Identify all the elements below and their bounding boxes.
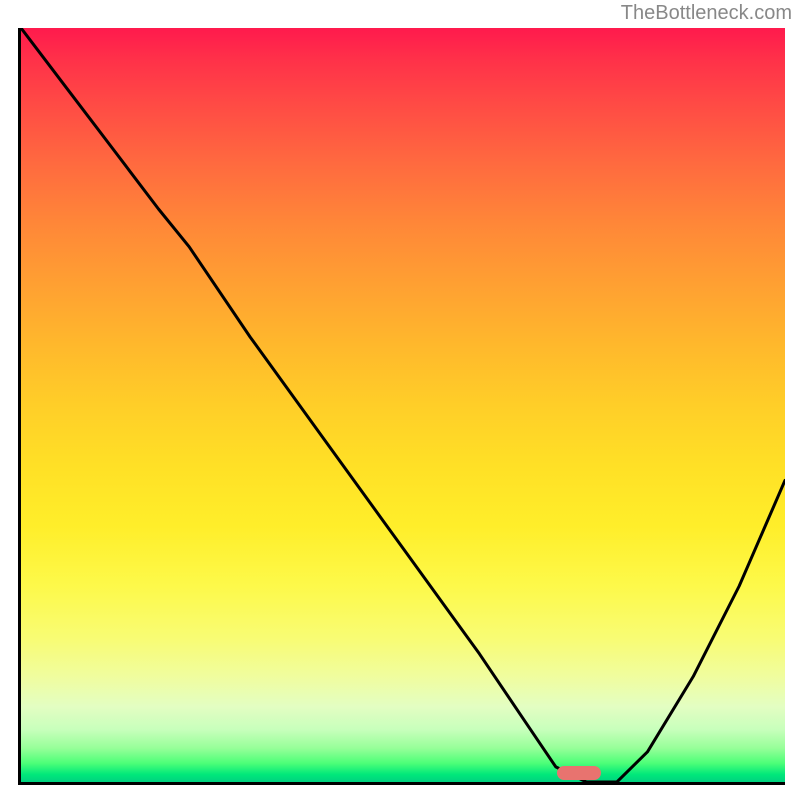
curve-svg — [21, 28, 785, 782]
bottleneck-curve — [21, 28, 785, 782]
highlight-marker — [557, 766, 601, 780]
chart-container: TheBottleneck.com — [0, 0, 800, 800]
watermark-text: TheBottleneck.com — [621, 2, 792, 25]
plot-area — [18, 28, 785, 785]
